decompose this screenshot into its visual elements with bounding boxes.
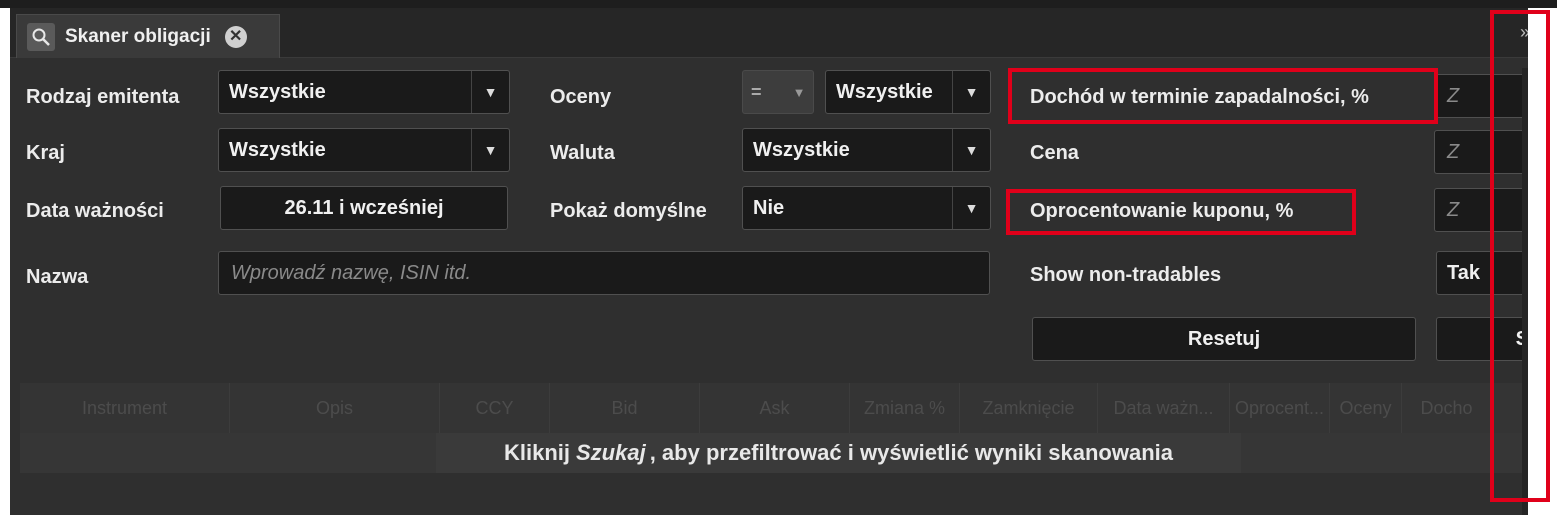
non-tradables-value: Tak [1447, 261, 1480, 284]
country-label: Kraj [26, 142, 65, 164]
right-column-highlight-box [1490, 10, 1550, 502]
column-header[interactable]: CCY [440, 383, 550, 433]
message-search-word: Szukaj [576, 440, 646, 465]
reset-button[interactable]: Resetuj [1032, 317, 1416, 361]
price-label: Cena [1030, 142, 1079, 164]
left-edge [0, 8, 10, 515]
column-header[interactable]: Opis [230, 383, 440, 433]
country-select[interactable]: Wszystkie ▼ [218, 128, 510, 172]
message-text-before: Kliknij [503, 440, 570, 465]
chevron-down-icon: ▼ [952, 187, 990, 229]
tab-bar: Skaner obligacji ✕ » [10, 8, 1530, 58]
country-value: Wszystkie [229, 138, 326, 161]
chevron-down-icon: ▼ [952, 71, 990, 113]
show-default-select[interactable]: Nie ▼ [742, 186, 991, 230]
currency-value: Wszystkie [753, 138, 850, 161]
column-header[interactable]: Oprocent... [1230, 383, 1330, 433]
ratings-label: Oceny [550, 86, 612, 108]
yield-highlight-box [1008, 68, 1438, 124]
issuer-type-label: Rodzaj emitenta [26, 86, 180, 108]
name-search-input[interactable]: Wprowadź nazwę, ISIN itd. [218, 251, 990, 295]
top-strip [0, 0, 1557, 8]
column-header[interactable]: Data ważn... [1098, 383, 1230, 433]
expiry-label: Data ważności [26, 200, 164, 222]
results-table-header: Instrument Opis CCY Bid Ask Zmiana % Zam… [20, 383, 1530, 433]
empty-results-message: Kliknij Szukaj , aby przefiltrować i wyś… [436, 433, 1241, 473]
issuer-type-value: Wszystkie [229, 80, 326, 103]
ratings-select[interactable]: Wszystkie ▼ [825, 70, 991, 114]
column-header[interactable]: Zmiana % [850, 383, 960, 433]
message-text-after: , aby przefiltrować i wyświetlić wyniki … [649, 440, 1173, 465]
currency-label: Waluta [550, 142, 615, 164]
non-tradables-label: Show non-tradables [1030, 264, 1222, 286]
coupon-highlight-box [1006, 189, 1356, 235]
bond-scanner-panel: Skaner obligacji ✕ » Rodzaj emitenta Wsz… [10, 8, 1530, 515]
column-header[interactable]: Bid [550, 383, 700, 433]
ratings-value: Wszystkie [836, 80, 933, 103]
close-icon[interactable]: ✕ [224, 25, 247, 48]
column-header[interactable]: Zamknięcie [960, 383, 1098, 433]
currency-select[interactable]: Wszystkie ▼ [742, 128, 991, 172]
column-header[interactable]: Ask [700, 383, 850, 433]
ratings-operator-value: = [751, 81, 762, 102]
column-header[interactable]: Instrument [20, 383, 230, 433]
show-default-label: Pokaż domyślne [550, 200, 707, 222]
magnifier-icon [27, 22, 55, 51]
chevron-down-icon: ▼ [952, 129, 990, 171]
ratings-operator-select[interactable]: = ▼ [742, 70, 814, 114]
show-default-value: Nie [753, 196, 785, 219]
name-label: Nazwa [26, 266, 89, 288]
column-header[interactable]: Oceny [1330, 383, 1402, 433]
chevron-down-icon: ▼ [471, 129, 509, 171]
chevron-down-icon: ▼ [471, 71, 509, 113]
column-header[interactable]: Docho [1402, 383, 1492, 433]
expiry-date-picker[interactable]: 26.11 i wcześniej [220, 186, 508, 230]
chevron-down-icon: ▼ [792, 84, 806, 100]
tab-title: Skaner obligacji [65, 25, 211, 47]
tab-bond-scanner[interactable]: Skaner obligacji ✕ [16, 14, 280, 58]
issuer-type-select[interactable]: Wszystkie ▼ [218, 70, 510, 114]
